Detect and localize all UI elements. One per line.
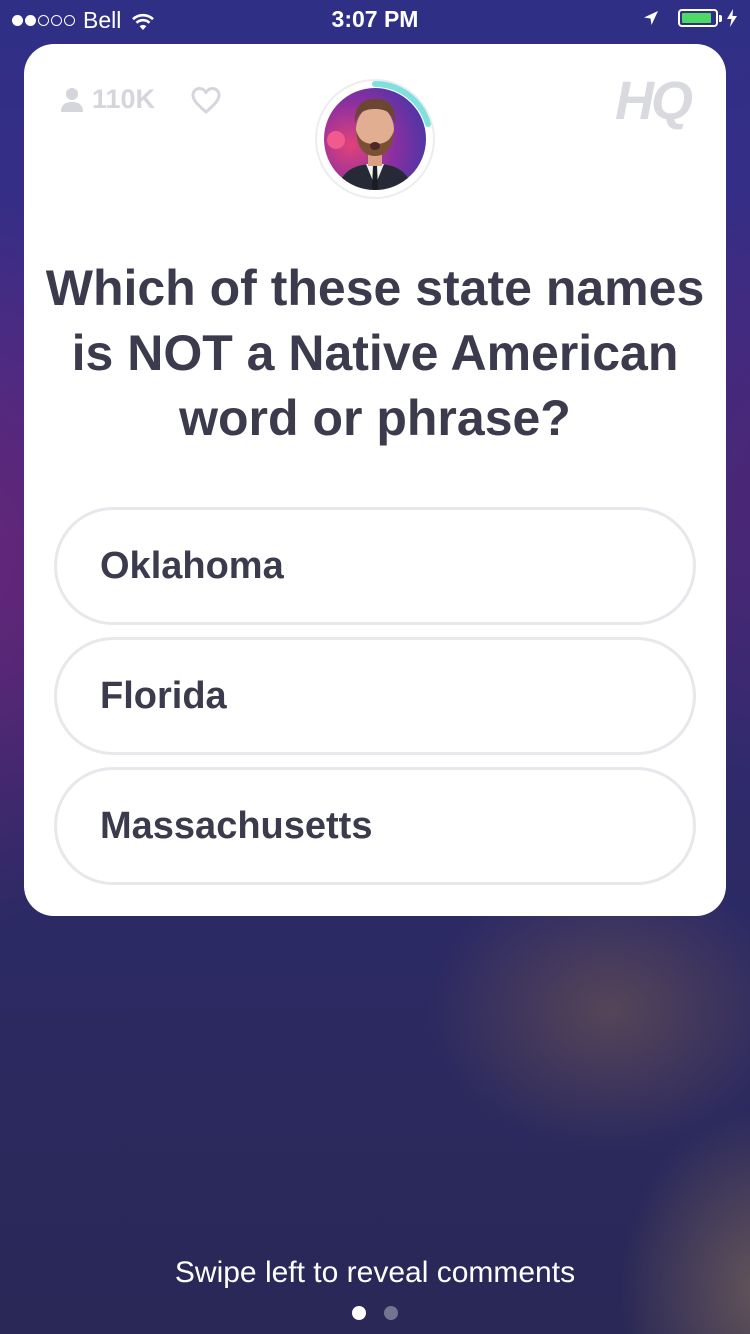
charging-bolt-icon bbox=[727, 9, 737, 27]
person-icon bbox=[61, 87, 83, 112]
viewer-count-label: 110K bbox=[92, 84, 156, 114]
page-indicator[interactable] bbox=[0, 1306, 750, 1320]
battery-tip bbox=[719, 14, 722, 22]
status-bar: Bell 3:07 PM bbox=[0, 0, 750, 40]
hq-logo: HQ bbox=[615, 71, 693, 131]
battery-level bbox=[682, 13, 712, 23]
answer-label: Oklahoma bbox=[100, 544, 284, 587]
answer-label: Florida bbox=[100, 674, 227, 717]
answer-option[interactable]: Oklahoma bbox=[54, 507, 696, 625]
question-card: 110K HQ Which of these state names is NO… bbox=[24, 44, 726, 916]
viewer-count: 110K bbox=[60, 84, 155, 115]
answer-label: Massachusetts bbox=[100, 804, 373, 847]
heart-icon[interactable] bbox=[190, 86, 222, 114]
page-dot-active bbox=[352, 1306, 366, 1320]
host-avatar bbox=[315, 79, 435, 199]
location-arrow-icon bbox=[644, 11, 658, 25]
status-right bbox=[642, 9, 738, 27]
swipe-hint: Swipe left to reveal comments bbox=[174, 1256, 576, 1289]
answer-option[interactable]: Florida bbox=[54, 637, 696, 755]
page-dot-inactive bbox=[384, 1306, 398, 1320]
answer-option[interactable]: Massachusetts bbox=[54, 767, 696, 885]
battery-icon bbox=[678, 9, 718, 27]
status-time: 3:07 PM bbox=[331, 6, 419, 32]
question-text: Which of these state names is NOT a Nati… bbox=[45, 260, 705, 446]
